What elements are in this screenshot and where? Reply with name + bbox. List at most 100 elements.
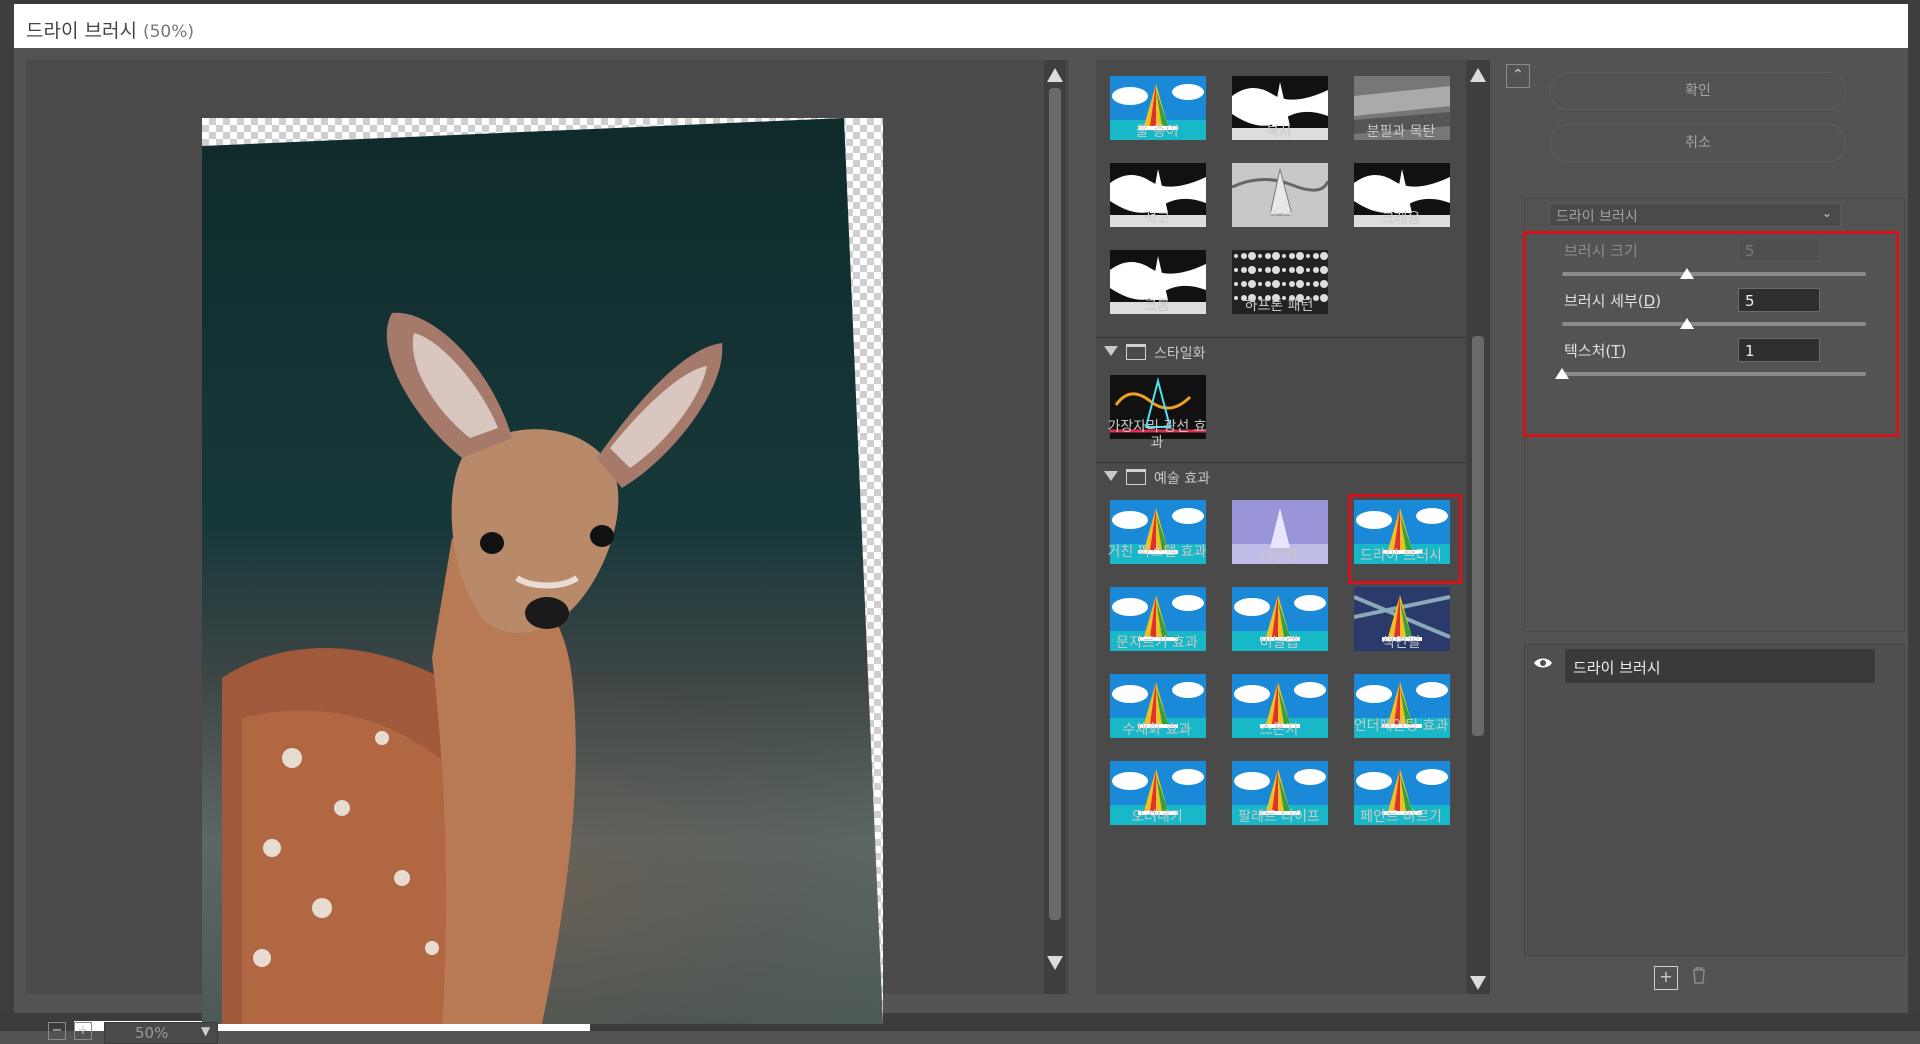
filter-thumbnail-label: 저부조 bbox=[1259, 211, 1299, 227]
filter-thumbnail[interactable]: 네온광 bbox=[1218, 492, 1340, 588]
filter-thumbnail[interactable]: 문지르기 효과 bbox=[1096, 579, 1218, 675]
category-header[interactable]: 스타일화 bbox=[1096, 337, 1466, 366]
expand-triangle-icon[interactable] bbox=[1104, 471, 1118, 481]
preview-pane: − + 50% ▼ bbox=[26, 60, 1069, 1044]
filter-thumbnail-label: 복사 bbox=[1266, 124, 1292, 140]
filter-thumbnail[interactable]: 크롬 bbox=[1096, 242, 1218, 338]
category-label: 스타일화 bbox=[1154, 346, 1206, 362]
param-row: 브러시 크기 5 bbox=[1526, 238, 1896, 286]
collapse-chevron-icon: ⌃ bbox=[1512, 67, 1524, 83]
filter-thumbnail[interactable]: 석고 bbox=[1096, 155, 1218, 251]
preview-scroll-up-icon[interactable] bbox=[1047, 68, 1063, 82]
preview-canvas[interactable] bbox=[202, 118, 883, 1024]
effect-layer-item[interactable]: 드라이 브러시 bbox=[1565, 649, 1875, 683]
gallery-scroll-thumb[interactable] bbox=[1472, 336, 1484, 736]
app-edge-right bbox=[1908, 0, 1920, 1031]
filter-thumbnail[interactable]: 드라이 브러시 bbox=[1340, 492, 1462, 588]
gallery-scrollbar[interactable] bbox=[1466, 60, 1490, 994]
chevron-down-icon: ▼ bbox=[201, 1024, 211, 1038]
zoom-out-button[interactable]: − bbox=[48, 1022, 66, 1040]
param-slider[interactable] bbox=[1562, 272, 1866, 276]
effect-layer-name: 드라이 브러시 bbox=[1573, 659, 1661, 677]
zoom-in-button[interactable]: + bbox=[74, 1022, 92, 1040]
filter-select[interactable]: 드라이 브러시 ⌄ bbox=[1549, 203, 1841, 227]
delete-effect-layer-button[interactable] bbox=[1688, 966, 1710, 988]
filter-thumbnail[interactable]: 저부조 bbox=[1218, 155, 1340, 251]
slider-thumb-icon[interactable] bbox=[1679, 268, 1694, 279]
preview-scroll-down-icon[interactable] bbox=[1047, 956, 1063, 970]
folder-icon bbox=[1126, 344, 1146, 360]
new-effect-layer-button[interactable]: + bbox=[1654, 966, 1678, 990]
param-slider[interactable] bbox=[1562, 322, 1866, 326]
param-slider[interactable] bbox=[1562, 372, 1866, 376]
gallery-scroll-down-icon[interactable] bbox=[1470, 976, 1486, 990]
collapse-gallery-button[interactable]: ⌃ bbox=[1506, 64, 1530, 88]
expand-triangle-icon[interactable] bbox=[1104, 346, 1118, 356]
param-row: 브러시 세부(D) 5 bbox=[1526, 288, 1896, 336]
filter-thumbnail[interactable]: 색연필 bbox=[1340, 579, 1462, 675]
filter-thumbnail[interactable]: 스폰지 bbox=[1218, 666, 1340, 762]
dialog-title: 드라이 브러시 (50%) bbox=[26, 16, 194, 43]
param-label-text: 브러시 세부 bbox=[1564, 292, 1638, 310]
preview-scroll-thumb[interactable] bbox=[1049, 88, 1061, 920]
filter-thumbnail[interactable]: 언더페인팅 효과 bbox=[1340, 666, 1462, 762]
filter-thumbnail-label: 드라이 브러시 bbox=[1360, 548, 1442, 564]
filter-thumbnail[interactable]: 크레용 bbox=[1340, 155, 1462, 251]
filter-thumbnail[interactable]: 팔레트 나이프 bbox=[1218, 753, 1340, 849]
param-value-input[interactable]: 5 bbox=[1738, 238, 1820, 262]
settings-panel: ⌃ 확인 취소 드라이 브러시 ⌄ 브러시 크기 5 브러시 세부(D) 5 텍스처(T… bbox=[1506, 60, 1908, 994]
preview-scrollbar[interactable] bbox=[1044, 60, 1066, 994]
chevron-down-icon: ⌄ bbox=[1821, 206, 1832, 220]
preview-image bbox=[202, 118, 883, 1024]
param-label: 텍스처(T) bbox=[1564, 342, 1627, 360]
filter-thumbnail-label: 크레용 bbox=[1381, 211, 1421, 227]
param-value-input[interactable]: 5 bbox=[1738, 288, 1820, 312]
filter-gallery-dialog: 드라이 브러시 (50%) − + 50% ▼ 물 종이 복사 분필과 목탄 석… bbox=[14, 4, 1908, 1044]
filter-thumbnail-label: 가장자리 광선 효과 bbox=[1107, 419, 1207, 451]
ok-button[interactable]: 확인 bbox=[1550, 72, 1846, 110]
filter-thumbnail-label: 하프톤 패턴 bbox=[1244, 298, 1314, 314]
filter-thumbnail-label: 오려내기 bbox=[1131, 809, 1183, 825]
filter-thumbnail[interactable]: 하프톤 패턴 bbox=[1218, 242, 1340, 338]
dialog-title-text: 드라이 브러시 bbox=[26, 20, 137, 42]
filter-thumbnail[interactable]: 복사 bbox=[1218, 68, 1340, 164]
effect-layers: 드라이 브러시 bbox=[1524, 644, 1905, 956]
params-highlight-box: 브러시 크기 5 브러시 세부(D) 5 텍스처(T) 1 bbox=[1523, 231, 1899, 437]
filter-thumbnail-label: 석고 bbox=[1144, 211, 1170, 227]
filter-thumbnail[interactable]: 거친 파스텔 효과 bbox=[1096, 492, 1218, 588]
slider-thumb-icon[interactable] bbox=[1555, 368, 1569, 379]
slider-thumb-icon[interactable] bbox=[1679, 318, 1694, 329]
cancel-button[interactable]: 취소 bbox=[1550, 124, 1846, 162]
param-label: 브러시 크기 bbox=[1564, 240, 1638, 261]
filter-thumbnail-label: 수채화 효과 bbox=[1122, 722, 1192, 738]
filter-thumbnail[interactable]: 비닐랩 bbox=[1218, 579, 1340, 675]
param-mnemonic: T bbox=[1611, 342, 1621, 360]
param-label-text: 텍스처 bbox=[1564, 342, 1606, 360]
app-edge-left bbox=[0, 0, 14, 1031]
gallery-scroll-up-icon[interactable] bbox=[1470, 68, 1486, 82]
filter-thumbnail[interactable]: 수채화 효과 bbox=[1096, 666, 1218, 762]
filter-thumbnail[interactable]: 분필과 목탄 bbox=[1340, 68, 1462, 164]
filter-thumbnail-label: 분필과 목탄 bbox=[1366, 124, 1436, 140]
filter-thumbnail[interactable]: 물 종이 bbox=[1096, 68, 1218, 164]
filter-thumbnail-label: 문지르기 효과 bbox=[1116, 635, 1198, 651]
param-value-input[interactable]: 1 bbox=[1738, 338, 1820, 362]
eye-icon[interactable] bbox=[1533, 657, 1553, 669]
filter-thumbnail-label: 거친 파스텔 효과 bbox=[1107, 544, 1207, 560]
filter-thumbnail[interactable]: 페인트 바르기 bbox=[1340, 753, 1462, 849]
filter-thumbnail-label: 언더페인팅 효과 bbox=[1353, 718, 1449, 734]
filter-thumbnail-label: 색연필 bbox=[1381, 635, 1421, 651]
param-mnemonic: D bbox=[1643, 292, 1656, 310]
zoom-value: 50% bbox=[135, 1024, 169, 1042]
filter-thumbnail-label: 네온광 bbox=[1259, 548, 1299, 564]
filter-thumbnail[interactable]: 오려내기 bbox=[1096, 753, 1218, 849]
filter-thumbnail-label: 팔레트 나이프 bbox=[1238, 809, 1320, 825]
filter-thumbnail-label: 물 종이 bbox=[1135, 124, 1179, 140]
filter-thumbnail-label: 페인트 바르기 bbox=[1360, 809, 1442, 825]
category-header[interactable]: 예술 효과 bbox=[1096, 462, 1466, 491]
category-label: 예술 효과 bbox=[1154, 471, 1210, 487]
filter-select-value: 드라이 브러시 bbox=[1556, 209, 1638, 225]
filter-gallery: 물 종이 복사 분필과 목탄석고 저부조 크레용크롬 하프톤 패턴스타일화가장자리 광선 … bbox=[1096, 60, 1490, 994]
filter-thumbnail[interactable]: 가장자리 광선 효과 bbox=[1096, 367, 1218, 463]
zoom-select[interactable]: 50% ▼ bbox=[104, 1022, 218, 1044]
